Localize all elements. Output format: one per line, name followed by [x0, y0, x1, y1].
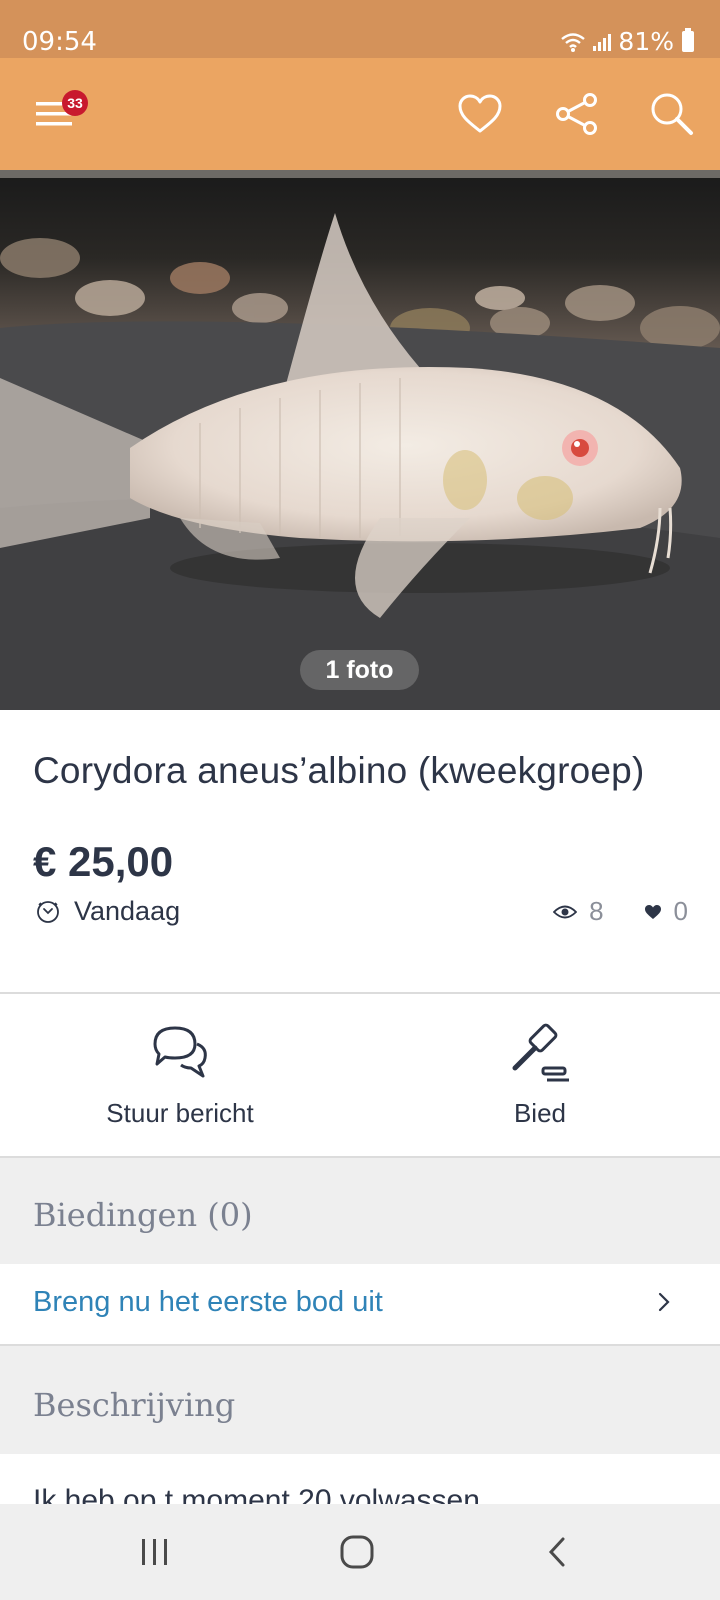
gavel-icon	[512, 1023, 569, 1082]
wifi-icon	[561, 32, 586, 52]
views-count: 8	[589, 896, 604, 926]
status-time: 09:54	[22, 27, 97, 57]
battery-percent: 81%	[618, 27, 674, 56]
app-header: 33	[0, 58, 720, 170]
eye-icon	[553, 905, 578, 918]
clock-icon	[37, 900, 59, 923]
description-section-header: Beschrijving	[0, 1344, 720, 1454]
favorites-count: 0	[673, 896, 688, 926]
header-shadow	[0, 170, 720, 178]
recent-apps-button[interactable]	[120, 1526, 190, 1578]
first-bid-link[interactable]: Breng nu het eerste bod uit	[0, 1264, 720, 1344]
battery-icon	[682, 28, 694, 52]
bid-button[interactable]: Bied	[360, 994, 720, 1156]
back-icon	[548, 1537, 565, 1567]
heart-filled-icon	[644, 904, 661, 919]
favorite-button[interactable]	[452, 86, 508, 142]
home-icon	[340, 1535, 374, 1569]
send-message-label: Stuur bericht	[106, 1098, 254, 1128]
chat-bubbles-icon	[153, 1026, 207, 1078]
first-bid-text: Breng nu het eerste bod uit	[33, 1286, 383, 1318]
back-button[interactable]	[522, 1526, 592, 1578]
recent-apps-icon	[142, 1539, 167, 1565]
action-bar: Stuur bericht Bied	[0, 994, 720, 1156]
favorites-stat: 0	[644, 896, 688, 927]
listing-photo[interactable]: 1 foto	[0, 178, 720, 710]
listing-price: € 25,00	[33, 838, 174, 885]
views-stat: 8	[553, 896, 604, 927]
photo-counter: 1 foto	[300, 650, 419, 690]
search-icon	[651, 93, 693, 135]
description-text: Ik heb op t moment 20 volwassen	[33, 1484, 480, 1504]
search-button[interactable]	[644, 86, 700, 142]
bids-section-header: Biedingen (0)	[0, 1156, 720, 1264]
signal-icon	[593, 33, 612, 51]
description-body: Ik heb op t moment 20 volwassen	[0, 1454, 720, 1504]
listing-title: Corydora aneus’albino (kweekgroep)	[33, 750, 645, 791]
bids-heading: Biedingen (0)	[33, 1196, 253, 1234]
heart-icon	[458, 94, 502, 133]
share-icon	[556, 93, 597, 135]
notification-badge: 33	[62, 90, 88, 116]
menu-button[interactable]: 33	[30, 88, 90, 138]
listing-stats: 8 0	[553, 896, 688, 927]
chevron-right-icon	[658, 1292, 670, 1312]
fish-photo-illustration	[0, 178, 720, 710]
listing-date: Vandaag	[36, 896, 180, 927]
home-button[interactable]	[322, 1526, 392, 1578]
listing-info: Corydora aneus’albino (kweekgroep) € 25,…	[0, 710, 720, 992]
status-indicators: 81%	[560, 27, 694, 56]
date-text: Vandaag	[74, 896, 181, 926]
bid-label: Bied	[513, 1098, 567, 1128]
status-bar: 09:54 81%	[0, 0, 720, 58]
system-nav-bar	[0, 1504, 720, 1600]
description-heading: Beschrijving	[33, 1386, 236, 1424]
share-button[interactable]	[549, 86, 605, 142]
send-message-button[interactable]: Stuur bericht	[0, 994, 360, 1156]
